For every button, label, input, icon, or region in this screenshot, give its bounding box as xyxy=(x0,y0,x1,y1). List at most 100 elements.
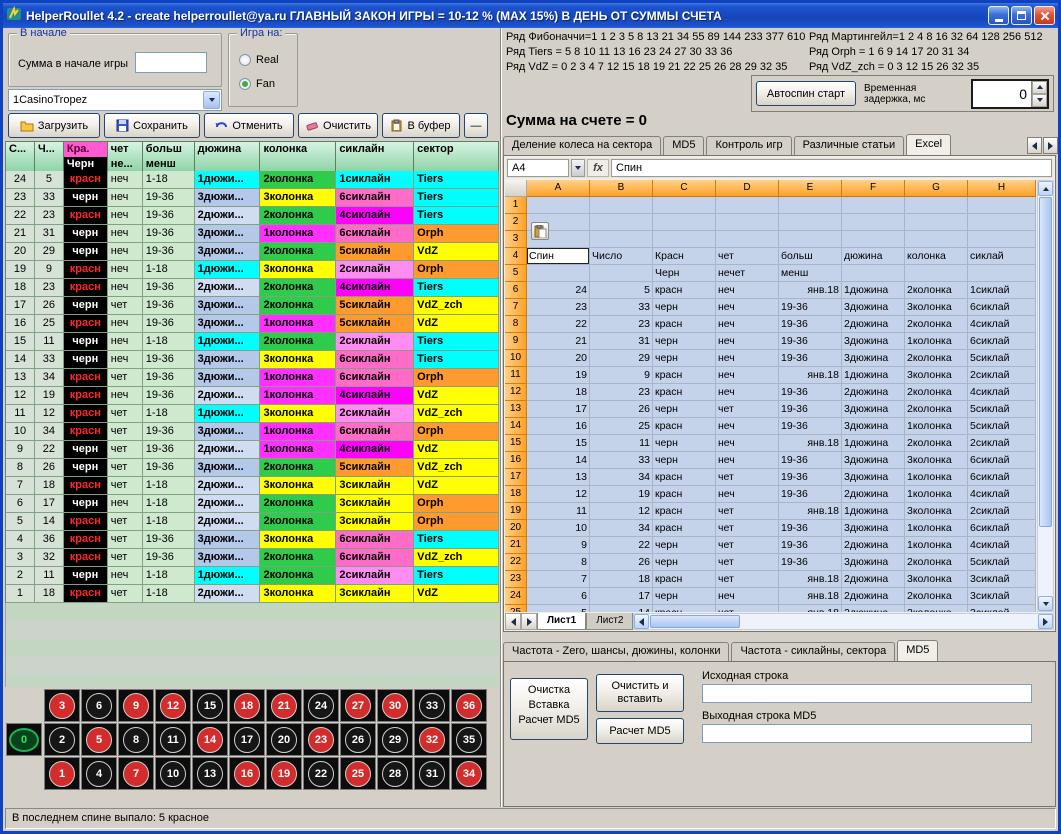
row-header-17[interactable]: 17 xyxy=(505,469,527,486)
horizontal-scrollbar-thumb[interactable] xyxy=(650,615,740,628)
tab-md5-top[interactable]: MD5 xyxy=(663,136,704,155)
cell-H5[interactable] xyxy=(968,265,1036,282)
cell-F10[interactable]: 3дюжина xyxy=(842,350,905,367)
roulette-number-12[interactable]: 12 xyxy=(155,689,191,722)
roulette-number-10[interactable]: 10 xyxy=(155,757,191,790)
cell-D12[interactable]: неч xyxy=(716,384,779,401)
row-header-10[interactable]: 10 xyxy=(505,350,527,367)
row-header-9[interactable]: 9 xyxy=(505,333,527,350)
minimize-button[interactable] xyxy=(988,6,1009,25)
row-header-11[interactable]: 11 xyxy=(505,367,527,384)
cell-A12[interactable]: 18 xyxy=(527,384,590,401)
cell-A4[interactable]: Спин xyxy=(527,248,590,265)
cell-D9[interactable]: неч xyxy=(716,333,779,350)
cell-D18[interactable]: неч xyxy=(716,486,779,503)
roulette-number-22[interactable]: 22 xyxy=(303,757,339,790)
cell-G15[interactable]: 2колонка xyxy=(905,435,968,452)
cell-C6[interactable]: красн xyxy=(653,282,716,299)
cell-H14[interactable]: 5сиклай xyxy=(968,418,1036,435)
row-header-8[interactable]: 8 xyxy=(505,316,527,333)
cell-B23[interactable]: 18 xyxy=(590,571,653,588)
cell-E16[interactable]: 19-36 xyxy=(779,452,842,469)
cell-D1[interactable] xyxy=(716,197,779,214)
cell-F14[interactable]: 3дюжина xyxy=(842,418,905,435)
cell-G23[interactable]: 3колонка xyxy=(905,571,968,588)
cell-F24[interactable]: 2дюжина xyxy=(842,588,905,605)
spin-table-row[interactable]: 617черннеч1-182дюжи...2колонка3сиклайнOr… xyxy=(6,495,499,513)
cell-G4[interactable]: колонка xyxy=(905,248,968,265)
cell-D21[interactable]: чет xyxy=(716,537,779,554)
cell-F6[interactable]: 1дюжина xyxy=(842,282,905,299)
cell-G6[interactable]: 2колонка xyxy=(905,282,968,299)
scroll-down-icon[interactable] xyxy=(1038,596,1053,611)
cell-E8[interactable]: 19-36 xyxy=(779,316,842,333)
cell-F8[interactable]: 2дюжина xyxy=(842,316,905,333)
cell-G22[interactable]: 2колонка xyxy=(905,554,968,571)
roulette-number-21[interactable]: 21 xyxy=(266,689,302,722)
roulette-number-5[interactable]: 5 xyxy=(81,723,117,756)
cell-B12[interactable]: 23 xyxy=(590,384,653,401)
cell-H9[interactable]: 6сиклай xyxy=(968,333,1036,350)
roulette-number-11[interactable]: 11 xyxy=(155,723,191,756)
cell-E12[interactable]: 19-36 xyxy=(779,384,842,401)
cell-B9[interactable]: 31 xyxy=(590,333,653,350)
cell-G19[interactable]: 3колонка xyxy=(905,503,968,520)
roulette-number-0[interactable]: 0 xyxy=(6,723,42,756)
cell-D23[interactable]: чет xyxy=(716,571,779,588)
cell-B5[interactable] xyxy=(590,265,653,282)
cell-E19[interactable]: янв.18 xyxy=(779,503,842,520)
cell-F1[interactable] xyxy=(842,197,905,214)
roulette-number-28[interactable]: 28 xyxy=(377,757,413,790)
cell-B22[interactable]: 26 xyxy=(590,554,653,571)
roulette-number-34[interactable]: 34 xyxy=(451,757,487,790)
cell-A19[interactable]: 11 xyxy=(527,503,590,520)
horizontal-scrollbar[interactable] xyxy=(633,613,1054,630)
scroll-left-icon[interactable] xyxy=(634,614,649,629)
cell-H18[interactable]: 4сиклай xyxy=(968,486,1036,503)
roulette-number-4[interactable]: 4 xyxy=(81,757,117,790)
cell-H1[interactable] xyxy=(968,197,1036,214)
autospin-start-button[interactable]: Автоспин старт xyxy=(756,81,856,106)
tab-articles[interactable]: Различные статьи xyxy=(794,136,905,155)
cell-G10[interactable]: 2колонка xyxy=(905,350,968,367)
tab-md5-bottom[interactable]: MD5 xyxy=(897,640,938,661)
cell-B2[interactable] xyxy=(590,214,653,231)
cell-A24[interactable]: 6 xyxy=(527,588,590,605)
cell-B10[interactable]: 29 xyxy=(590,350,653,367)
cell-C19[interactable]: красн xyxy=(653,503,716,520)
roulette-number-19[interactable]: 19 xyxy=(266,757,302,790)
cell-A5[interactable] xyxy=(527,265,590,282)
cell-F5[interactable] xyxy=(842,265,905,282)
cell-D24[interactable]: неч xyxy=(716,588,779,605)
cell-A15[interactable]: 15 xyxy=(527,435,590,452)
cell-E6[interactable]: янв.18 xyxy=(779,282,842,299)
roulette-number-7[interactable]: 7 xyxy=(118,757,154,790)
cell-G13[interactable]: 2колонка xyxy=(905,401,968,418)
copy-to-buffer-button[interactable]: В буфер xyxy=(382,113,460,138)
cell-B13[interactable]: 26 xyxy=(590,401,653,418)
cell-C17[interactable]: красн xyxy=(653,469,716,486)
cell-H23[interactable]: 3сиклай xyxy=(968,571,1036,588)
select-all-corner[interactable] xyxy=(505,180,527,197)
roulette-number-33[interactable]: 33 xyxy=(414,689,450,722)
cell-H3[interactable] xyxy=(968,231,1036,248)
row-header-14[interactable]: 14 xyxy=(505,418,527,435)
cell-C9[interactable]: черн xyxy=(653,333,716,350)
cell-A20[interactable]: 10 xyxy=(527,520,590,537)
cell-D16[interactable]: неч xyxy=(716,452,779,469)
row-header-24[interactable]: 24 xyxy=(505,588,527,605)
roulette-number-9[interactable]: 9 xyxy=(118,689,154,722)
cell-C7[interactable]: черн xyxy=(653,299,716,316)
cell-C11[interactable]: красн xyxy=(653,367,716,384)
cell-H7[interactable]: 6сиклай xyxy=(968,299,1036,316)
cell-D22[interactable]: чет xyxy=(716,554,779,571)
row-header-2[interactable]: 2 xyxy=(505,214,527,231)
row-header-16[interactable]: 16 xyxy=(505,452,527,469)
cell-D4[interactable]: чет xyxy=(716,248,779,265)
spin-table-row[interactable]: 2029черннеч19-363дюжи...2колонка5сиклайн… xyxy=(6,243,499,261)
md5-clear-paste-calc-button[interactable]: Очистка Вставка Расчет MD5 xyxy=(510,678,588,740)
cell-C1[interactable] xyxy=(653,197,716,214)
column-header-G[interactable]: G xyxy=(905,180,968,197)
roulette-number-27[interactable]: 27 xyxy=(340,689,376,722)
roulette-number-31[interactable]: 31 xyxy=(414,757,450,790)
